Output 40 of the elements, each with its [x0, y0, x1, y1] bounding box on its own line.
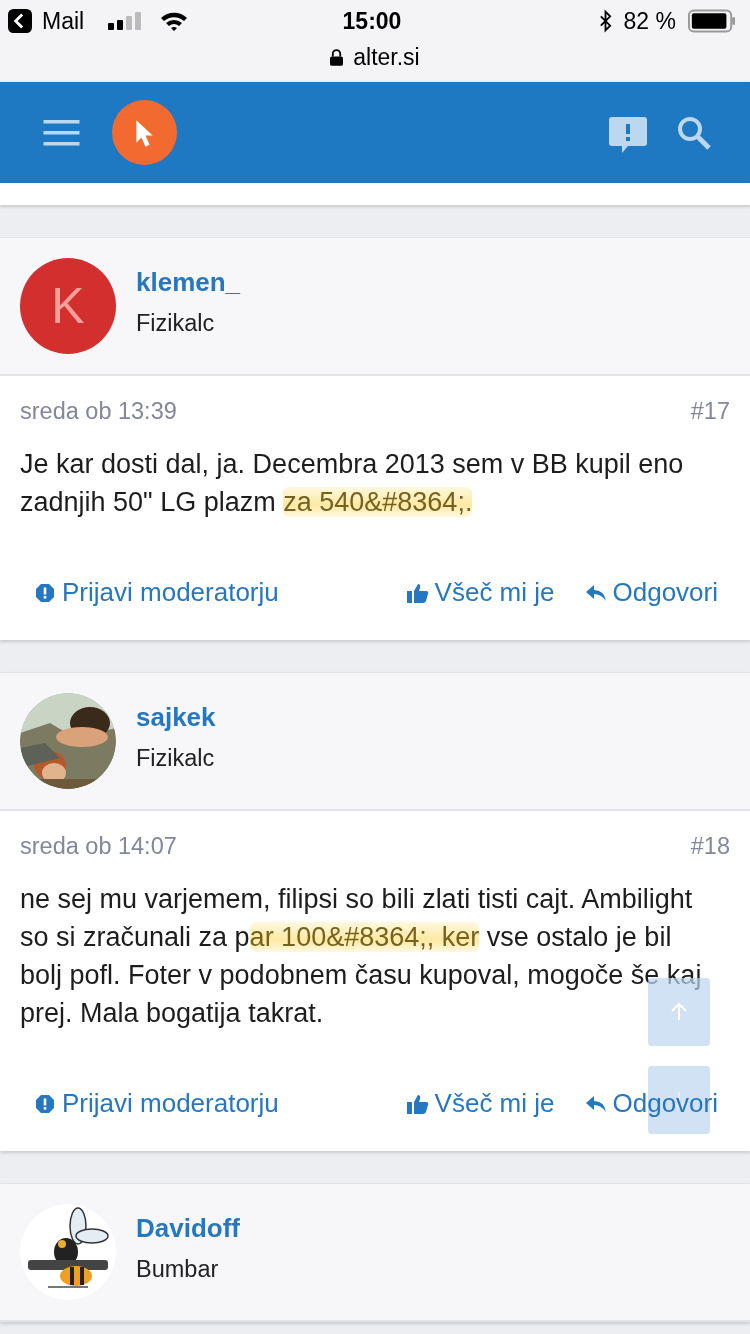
report-link[interactable]: Prijavi moderatorju: [34, 1088, 279, 1119]
reply-link[interactable]: Odgovori: [584, 1088, 718, 1119]
battery-icon: [688, 9, 736, 33]
wifi-icon: [160, 11, 189, 31]
post-number[interactable]: #18: [690, 833, 730, 860]
lock-icon: [330, 48, 344, 66]
user-rank: Bumbar: [136, 1256, 220, 1283]
warning-icon: [34, 582, 56, 603]
url-text[interactable]: alter.si: [353, 43, 420, 71]
thumbs-up-icon: [406, 582, 429, 603]
back-label[interactable]: Mail: [42, 7, 85, 35]
back-icon[interactable]: [8, 9, 32, 33]
author-name[interactable]: klemen_: [136, 267, 241, 298]
battery-percent: 82 %: [623, 7, 676, 35]
thumbs-up-icon: [406, 1093, 429, 1114]
search-icon[interactable]: [676, 114, 712, 151]
user-rank: Fizikalc: [136, 745, 216, 772]
cursor-logo-icon[interactable]: [112, 100, 177, 165]
post-text: Je kar dosti dal, ja. Decembra 2013 sem v BB kupil eno zadnjih 50" LG plazm za 540&#8364;.: [20, 448, 685, 519]
like-link[interactable]: Všeč mi je: [406, 577, 555, 608]
menu-icon[interactable]: [43, 119, 80, 146]
post-date[interactable]: sreda ob 13:39: [20, 398, 177, 425]
author-name[interactable]: sajkek: [136, 702, 216, 733]
post-date[interactable]: sreda ob 14:07: [20, 833, 177, 860]
author-name[interactable]: Davidoff: [136, 1213, 240, 1244]
avatar[interactable]: K: [20, 258, 116, 354]
signal-icon: [108, 12, 143, 30]
post-text: ne sej mu varjemem, filipsi so bili zlati tisti cajt. Ambilight so si zračunali za par 100&#8364;, ker vse ostalo je bil bolj pofl. Foter v podobnem času kupoval, mogoče še kaj prej. Mala bogatija takrat.: [20, 883, 703, 1030]
alert-bubble-icon[interactable]: [608, 114, 648, 155]
bluetooth-icon: [598, 9, 612, 33]
reply-icon: [584, 1093, 607, 1114]
reply-icon: [584, 582, 607, 603]
report-link[interactable]: Prijavi moderatorju: [34, 577, 279, 608]
arrow-up-icon: [669, 1002, 689, 1022]
user-rank: Fizikalc: [136, 310, 216, 337]
warning-icon: [34, 1093, 56, 1114]
post-number[interactable]: #17: [690, 398, 730, 425]
like-link[interactable]: Všeč mi je: [406, 1088, 555, 1119]
reply-link[interactable]: Odgovori: [584, 577, 718, 608]
clock: 15:00: [342, 7, 402, 35]
